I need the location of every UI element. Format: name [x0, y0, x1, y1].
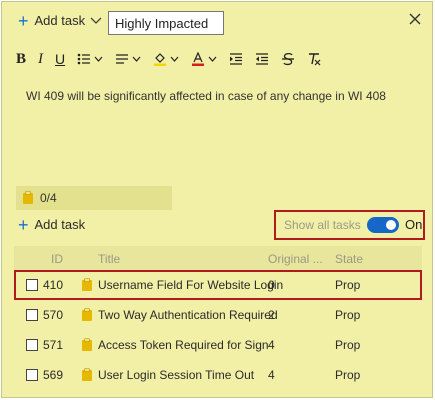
- row-id: 570: [43, 308, 64, 322]
- table-row[interactable]: 571 Access Token Required for Sign 4 Pro…: [14, 330, 422, 360]
- row-checkbox[interactable]: [26, 339, 38, 351]
- row-id: 571: [43, 338, 64, 352]
- row-original-estimate: 4: [268, 368, 275, 382]
- row-title[interactable]: Username Field For Website Login: [98, 278, 283, 292]
- outdent-button[interactable]: [255, 49, 269, 69]
- task-icon: [23, 191, 33, 204]
- add-task-button[interactable]: + Add task: [18, 10, 86, 31]
- column-header-state[interactable]: State: [335, 252, 363, 266]
- show-all-tasks-control: Show all tasks On: [274, 210, 425, 240]
- indent-icon: [230, 53, 243, 65]
- row-state: Prop: [335, 368, 361, 382]
- column-header-id[interactable]: ID: [51, 252, 63, 266]
- row-state: Prop: [335, 278, 361, 292]
- heading-icon: [116, 54, 129, 64]
- plus-icon: +: [18, 214, 29, 235]
- chevron-down-icon[interactable]: [90, 14, 102, 26]
- highlight-color-button[interactable]: [153, 49, 179, 69]
- column-header-original[interactable]: Original ...: [268, 252, 323, 266]
- strikethrough-icon: [282, 52, 295, 66]
- chevron-down-icon: [208, 56, 217, 62]
- row-id: 569: [43, 368, 64, 382]
- italic-button[interactable]: I: [38, 49, 43, 69]
- table-row[interactable]: 570 Two Way Authentication Required 2 Pr…: [14, 300, 422, 330]
- heading-button[interactable]: [115, 49, 141, 69]
- row-original-estimate: 2: [268, 308, 275, 322]
- table-row[interactable]: 569 User Login Session Time Out 4 Prop: [14, 360, 422, 390]
- row-state: Prop: [335, 338, 361, 352]
- row-title[interactable]: User Login Session Time Out: [98, 368, 254, 382]
- row-checkbox[interactable]: [26, 279, 38, 291]
- row-checkbox[interactable]: [26, 309, 38, 321]
- chevron-down-icon: [94, 56, 103, 62]
- clear-formatting-icon: [309, 53, 321, 66]
- task-icon: [82, 278, 92, 291]
- row-original-estimate: 0: [268, 278, 275, 292]
- row-title[interactable]: Two Way Authentication Required: [98, 308, 278, 322]
- underline-button[interactable]: U: [55, 49, 65, 69]
- formatting-toolbar: B I U: [16, 48, 333, 70]
- row-title[interactable]: Access Token Required for Sign: [98, 338, 269, 352]
- toggle-state-label: On: [405, 217, 423, 232]
- close-icon[interactable]: [408, 12, 422, 26]
- show-all-tasks-toggle[interactable]: [367, 217, 399, 233]
- column-header-title[interactable]: Title: [98, 252, 120, 266]
- task-card: + Add task B I U: [1, 1, 433, 398]
- show-all-tasks-label: Show all tasks: [284, 218, 361, 232]
- row-state: Prop: [335, 308, 361, 322]
- checklist-count: 0/4: [40, 191, 57, 205]
- paint-bucket-icon: [154, 53, 167, 66]
- indent-button[interactable]: [229, 49, 243, 69]
- task-icon: [82, 308, 92, 321]
- plus-icon: +: [18, 10, 29, 31]
- table-row[interactable]: 410 Username Field For Website Login 0 P…: [14, 270, 422, 300]
- font-color-icon: [192, 52, 205, 66]
- chevron-down-icon: [170, 56, 179, 62]
- strikethrough-button[interactable]: [281, 49, 295, 69]
- title-input[interactable]: [108, 11, 224, 35]
- row-original-estimate: 4: [268, 338, 275, 352]
- bullet-list-button[interactable]: [77, 49, 103, 69]
- task-icon: [82, 338, 92, 351]
- bold-button[interactable]: B: [16, 49, 26, 69]
- clear-formatting-button[interactable]: [307, 49, 321, 69]
- add-child-task-button[interactable]: + Add task: [18, 214, 86, 235]
- row-id: 410: [43, 278, 64, 292]
- row-checkbox[interactable]: [26, 369, 38, 381]
- task-icon: [82, 368, 92, 381]
- add-task-label: Add task: [34, 217, 86, 232]
- card-header: + Add task: [2, 2, 432, 40]
- toggle-knob: [386, 220, 396, 230]
- chevron-down-icon: [132, 56, 141, 62]
- grid-header: ID Title Original ... State: [14, 246, 422, 270]
- description-text[interactable]: WI 409 will be significantly affected in…: [26, 89, 386, 103]
- tasks-grid: ID Title Original ... State 410 Username…: [14, 246, 422, 390]
- checklist-counter: 0/4: [16, 186, 172, 210]
- font-color-button[interactable]: [191, 49, 217, 69]
- add-task-label: Add task: [34, 13, 86, 28]
- bullet-list-icon: [77, 53, 91, 65]
- outdent-icon: [256, 53, 269, 65]
